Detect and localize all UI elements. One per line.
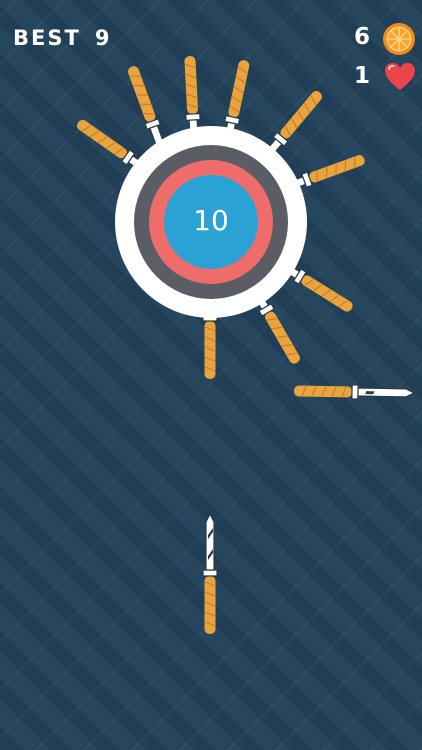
lives-count: 1 [353, 63, 370, 89]
apple-count: 6 [353, 24, 370, 50]
heart-icon [385, 63, 415, 90]
falling-knife [293, 383, 415, 401]
game-scene[interactable] [0, 0, 422, 750]
orange-slice-icon [383, 23, 415, 55]
best-label: BEST [13, 26, 81, 50]
ready-knife[interactable] [202, 513, 218, 635]
best-score: BEST 9 [13, 26, 111, 50]
best-value: 9 [94, 26, 112, 50]
target-score: 10 [193, 204, 229, 237]
